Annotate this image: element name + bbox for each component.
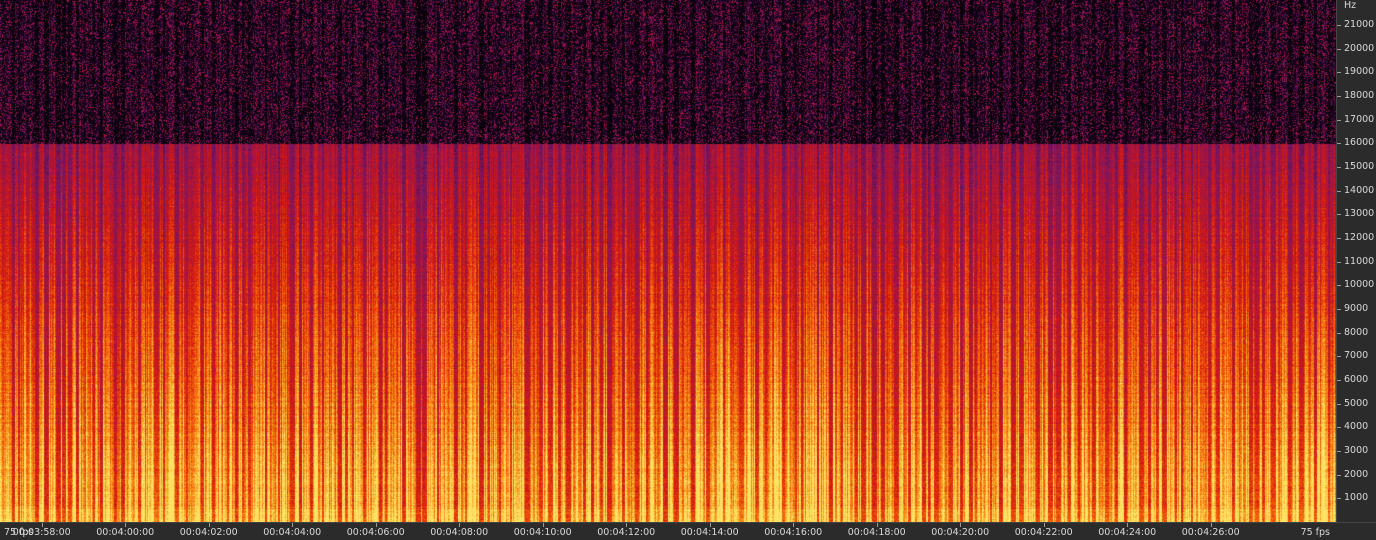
frequency-tick-label: 9000 xyxy=(1344,302,1369,314)
time-tick-label: 00:03:58:00 xyxy=(12,527,71,538)
frequency-tick-mark xyxy=(1337,48,1341,50)
frequency-tick-mark xyxy=(1337,95,1341,97)
frequency-tick-label: 14000 xyxy=(1344,184,1375,196)
time-tick-label: 00:04:20:00 xyxy=(931,527,990,538)
frequency-tick-mark xyxy=(1337,379,1341,381)
time-tick-label: 00:04:24:00 xyxy=(1098,527,1157,538)
frequency-tick-mark xyxy=(1337,285,1341,287)
frequency-tick-label: 3000 xyxy=(1344,444,1369,456)
frequency-tick-label: 11000 xyxy=(1344,255,1375,267)
frequency-tick-label: 16000 xyxy=(1344,137,1375,149)
frequency-tick-mark xyxy=(1337,190,1341,192)
frequency-tick-label: 4000 xyxy=(1344,421,1369,433)
time-tick-label: 00:04:04:00 xyxy=(263,527,322,538)
frequency-tick-mark xyxy=(1337,237,1341,239)
frequency-unit-label: Hz xyxy=(1344,0,1357,11)
frequency-tick-label: 20000 xyxy=(1344,42,1375,54)
frequency-tick-label: 5000 xyxy=(1344,397,1369,409)
frequency-tick-label: 7000 xyxy=(1344,350,1369,362)
frequency-tick-mark xyxy=(1337,24,1341,26)
frequency-tick-mark xyxy=(1337,450,1341,452)
frequency-tick-mark xyxy=(1337,498,1341,500)
time-tick-label: 00:04:14:00 xyxy=(680,527,739,538)
frequency-tick-label: 18000 xyxy=(1344,89,1375,101)
time-tick-label: 00:04:12:00 xyxy=(597,527,656,538)
time-tick-label: 00:04:00:00 xyxy=(96,527,155,538)
frequency-tick-mark xyxy=(1337,166,1341,168)
frequency-tick-label: 10000 xyxy=(1344,279,1375,291)
fps-label-right: 75 fps xyxy=(1300,527,1330,538)
frequency-tick-mark xyxy=(1337,403,1341,405)
spectrogram-window: Hz 21000 20000 19000 18000 17000 16000 15000 140… xyxy=(0,0,1376,540)
frequency-tick-mark xyxy=(1337,119,1341,121)
frequency-tick-label: 2000 xyxy=(1344,468,1369,480)
frequency-tick-label: 13000 xyxy=(1344,208,1375,220)
frequency-tick-label: 19000 xyxy=(1344,66,1375,78)
time-tick-label: 00:04:06:00 xyxy=(346,527,405,538)
frequency-tick-label: 21000 xyxy=(1344,18,1375,30)
frequency-tick-label: 1000 xyxy=(1344,492,1369,504)
time-tick-label: 00:04:18:00 xyxy=(847,527,906,538)
frequency-tick-mark xyxy=(1337,261,1341,263)
frequency-tick-mark xyxy=(1337,72,1341,74)
frequency-tick-mark xyxy=(1337,143,1341,145)
frequency-tick-mark xyxy=(1337,214,1341,216)
frequency-ruler[interactable]: Hz 21000 20000 19000 18000 17000 16000 15000 140… xyxy=(1336,0,1376,522)
frequency-tick-label: 12000 xyxy=(1344,231,1375,243)
time-tick-label: 00:04:08:00 xyxy=(430,527,489,538)
frequency-tick-mark xyxy=(1337,474,1341,476)
frequency-tick-mark xyxy=(1337,308,1341,310)
time-ruler[interactable]: 75 fps 75 fps 00:03:58:00 00:04:00:00 00:0… xyxy=(0,522,1376,540)
time-tick-label: 00:04:16:00 xyxy=(764,527,823,538)
spectrogram-view[interactable] xyxy=(0,0,1336,522)
frequency-tick-label: 17000 xyxy=(1344,113,1375,125)
frequency-tick-label: 6000 xyxy=(1344,373,1369,385)
frequency-tick-label: 15000 xyxy=(1344,160,1375,172)
frequency-tick-mark xyxy=(1337,356,1341,358)
time-tick-label: 00:04:10:00 xyxy=(513,527,572,538)
frequency-tick-mark xyxy=(1337,427,1341,429)
time-tick-label: 00:04:22:00 xyxy=(1014,527,1073,538)
time-tick-label: 00:04:26:00 xyxy=(1181,527,1240,538)
spectrogram-image[interactable] xyxy=(0,0,1336,522)
frequency-tick-mark xyxy=(1337,332,1341,334)
time-tick-label: 00:04:02:00 xyxy=(179,527,238,538)
frequency-tick-label: 8000 xyxy=(1344,326,1369,338)
